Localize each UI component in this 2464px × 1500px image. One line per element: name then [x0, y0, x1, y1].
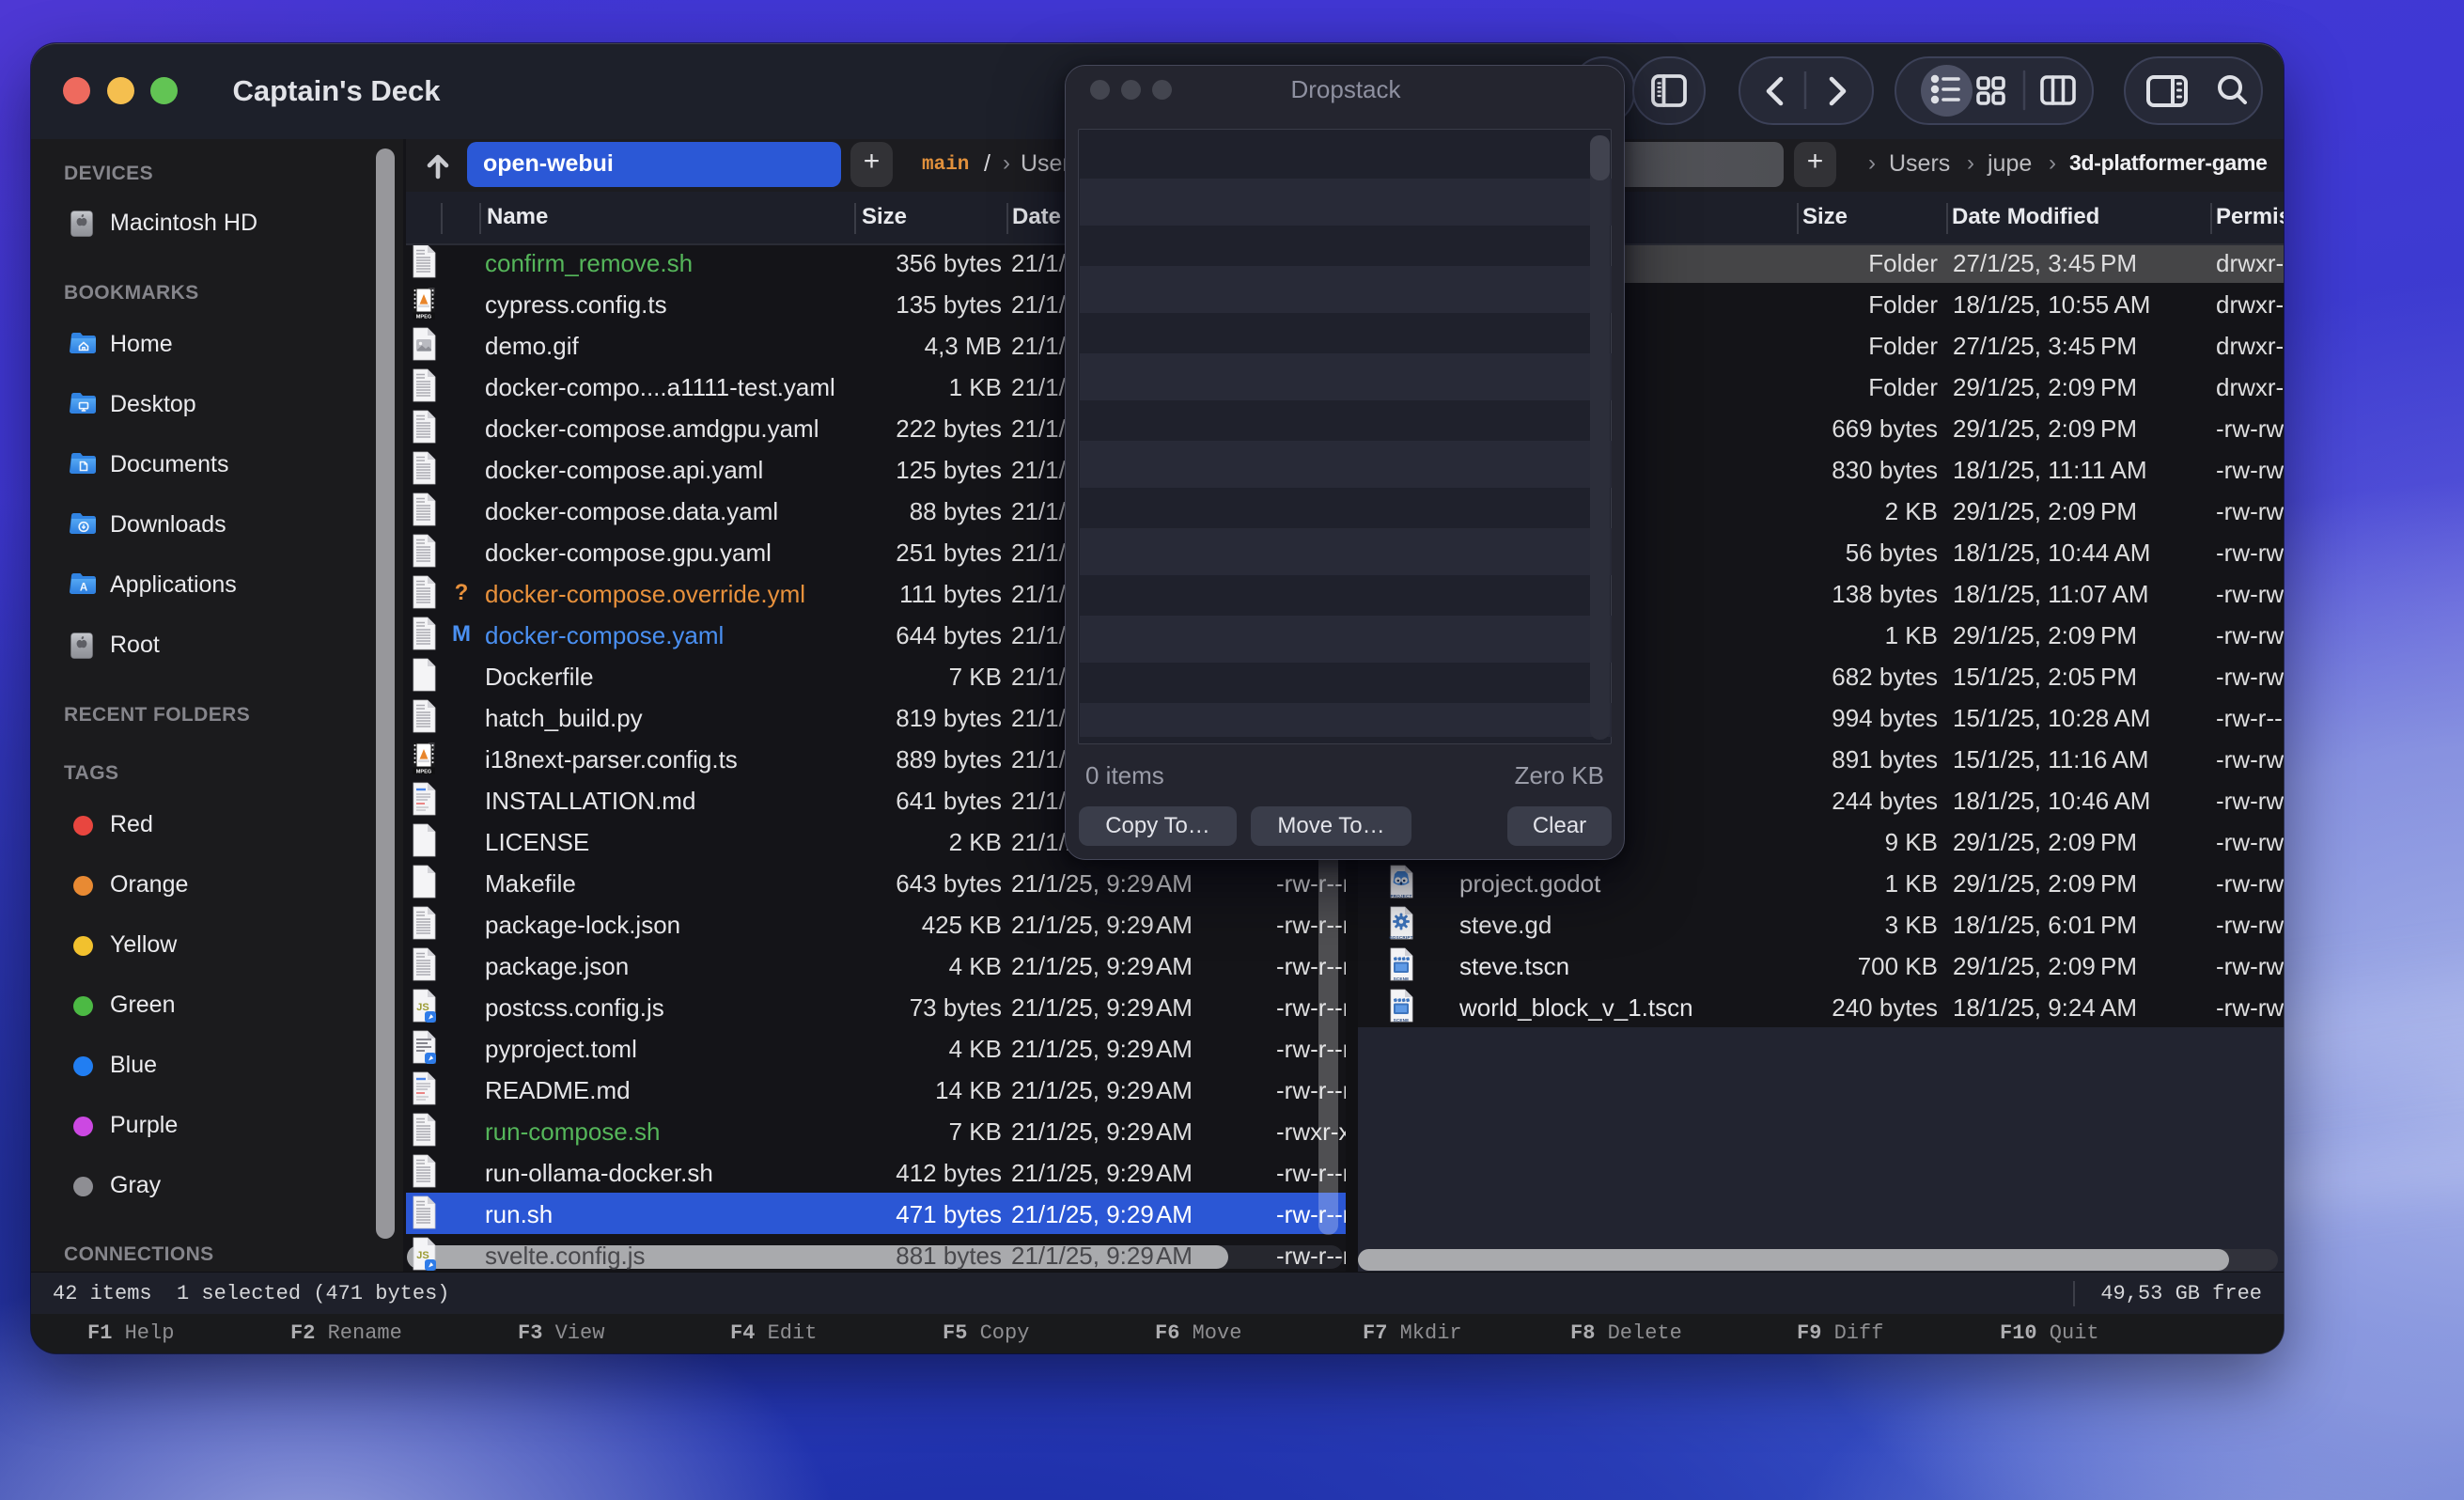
- svg-text:MPEG: MPEG: [416, 769, 431, 774]
- svg-text:MPEG: MPEG: [416, 314, 431, 320]
- svg-text:A: A: [80, 583, 87, 594]
- svg-text:GDSCRIPT: GDSCRIPT: [1389, 935, 1412, 940]
- svg-text:SCENE: SCENE: [1394, 1018, 1410, 1023]
- svg-text:PROJECT: PROJECT: [1390, 894, 1411, 898]
- svg-text:SCENE: SCENE: [1394, 977, 1410, 981]
